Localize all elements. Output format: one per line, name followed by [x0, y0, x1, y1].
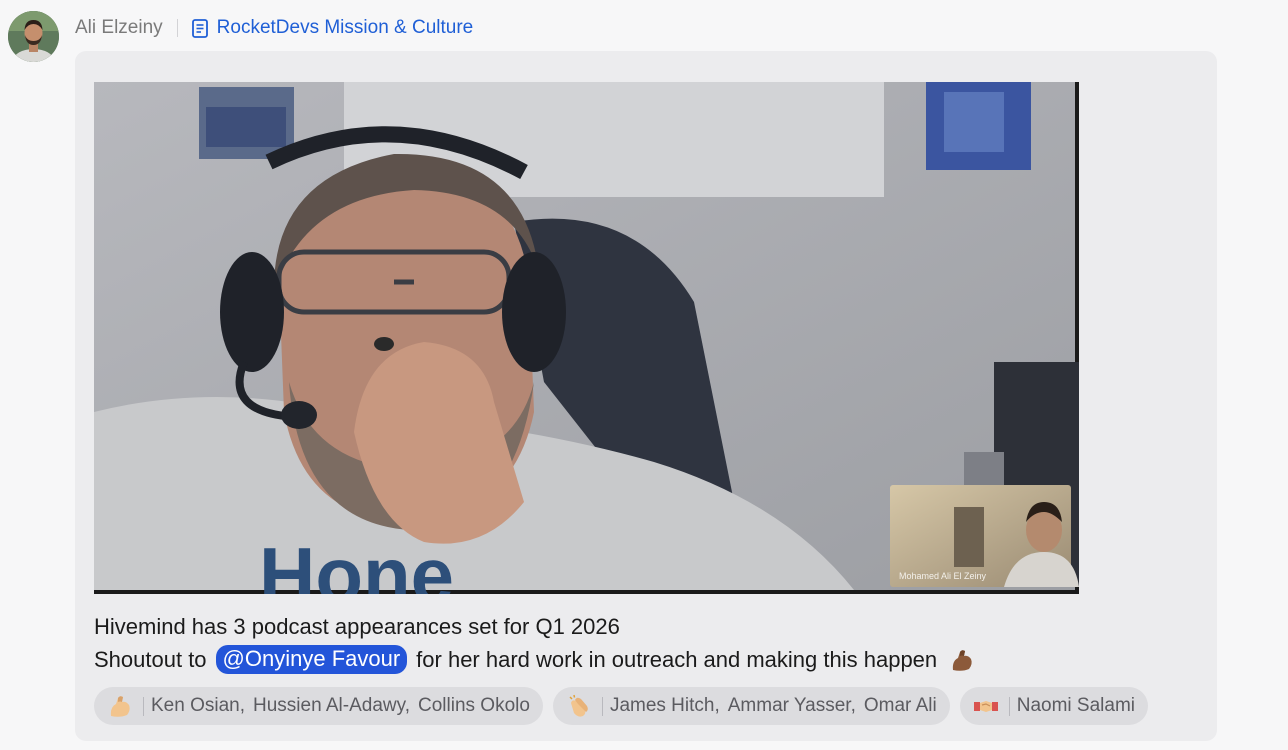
reaction-user-name: Collins Okolo — [418, 695, 530, 716]
reaction-clapping-hands[interactable]: James Hitch, Ammar Yasser, Omar Ali — [552, 687, 950, 725]
reaction-user-name: Omar Ali — [863, 695, 937, 716]
video-attachment[interactable]: Hone Mohamed Ali El Zeiny — [94, 82, 1079, 594]
reactions-bar: Ken Osian, Hussien Al-Adawy, Collins Oko… — [94, 687, 1148, 725]
flexed-biceps-icon — [107, 693, 133, 719]
reaction-user-name: Naomi Salami — [1016, 695, 1135, 716]
flexed-biceps-icon — [949, 647, 975, 673]
reaction-user-name: Ken Osian, — [151, 695, 245, 716]
reaction-flexed-biceps[interactable]: Ken Osian, Hussien Al-Adawy, Collins Oko… — [94, 687, 543, 725]
reaction-user-name: Hussien Al-Adawy, — [253, 695, 410, 716]
clapping-hands-icon — [566, 693, 592, 719]
message-post: Ali Elzeiny RocketDevs Mission & Culture — [0, 0, 1288, 750]
document-icon — [191, 18, 209, 38]
user-mention[interactable]: @Onyinye Favour — [215, 645, 408, 674]
reaction-user-name: James Hitch, — [609, 695, 720, 716]
author-name[interactable]: Ali Elzeiny — [75, 17, 163, 39]
author-avatar[interactable] — [8, 11, 59, 62]
reaction-divider — [601, 696, 603, 716]
message-text-before-mention: Shoutout to — [94, 646, 207, 672]
reaction-handshake[interactable]: Naomi Salami — [959, 687, 1148, 725]
reaction-divider — [143, 696, 144, 716]
post-header: Ali Elzeiny RocketDevs Mission & Culture — [75, 14, 473, 42]
reaction-divider — [1008, 696, 1010, 716]
message-card: Hone Mohamed Ali El Zeiny Hivemind has 3… — [75, 51, 1217, 741]
handshake-icon — [973, 693, 999, 719]
message-text-after-mention: for her hard work in outreach and making… — [416, 646, 938, 672]
message-line-2: Shoutout to @Onyinye Favour for her hard… — [94, 645, 975, 674]
channel-link[interactable]: RocketDevs Mission & Culture — [191, 17, 474, 39]
participant-name-label: Mohamed Ali El Zeiny — [899, 571, 987, 581]
header-divider — [176, 19, 178, 37]
message-line-1: Hivemind has 3 podcast appearances set f… — [94, 614, 620, 639]
channel-name: RocketDevs Mission & Culture — [216, 17, 474, 38]
reaction-user-name: Ammar Yasser, — [727, 695, 856, 716]
